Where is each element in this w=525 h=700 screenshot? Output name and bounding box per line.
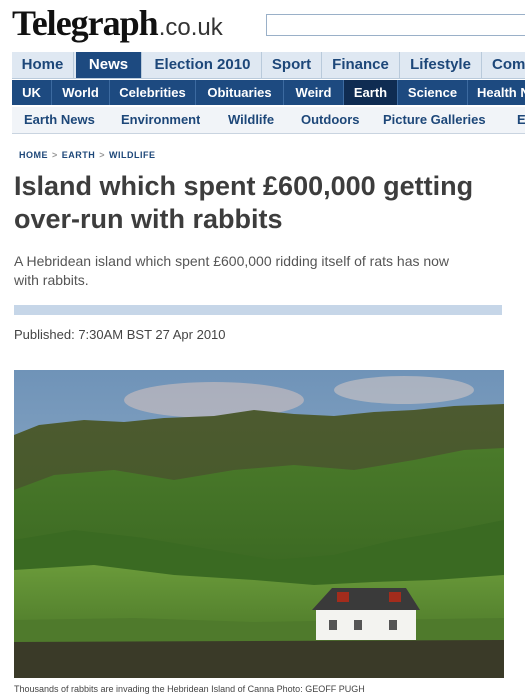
breadcrumb: HOME > EARTH > WILDLIFE [19,150,156,160]
earth-nav-environment[interactable]: Environment [121,107,200,133]
subnav-uk[interactable]: UK [12,80,52,105]
headline-line-1: Island which spent £600,000 getting [14,171,474,201]
article-photo [14,370,504,678]
search-input[interactable] [266,14,525,36]
nav-tab-lifestyle[interactable]: Lifestyle [400,52,482,78]
nav-tab-finance[interactable]: Finance [322,52,400,78]
breadcrumb-earth[interactable]: EARTH [62,150,96,160]
subnav-world[interactable]: World [52,80,110,105]
subnav-weird[interactable]: Weird [284,80,344,105]
earth-nav-wildlife[interactable]: Wildlife [228,107,274,133]
subnav-celebrities[interactable]: Celebrities [110,80,196,105]
tertiary-nav: Earth News Environment Wildlife Outdoors… [12,107,525,134]
subnav-health[interactable]: Health N [468,80,525,105]
breadcrumb-home[interactable]: HOME [19,150,48,160]
nav-tab-comment[interactable]: Comm [482,52,525,78]
landscape-photo-illustration [14,370,504,678]
subnav-obituaries[interactable]: Obituaries [196,80,284,105]
article-headline: Island which spent £600,000 getting over… [14,170,525,236]
nav-tab-news[interactable]: News [76,52,142,78]
site-logo[interactable]: Telegraph.co.uk [12,2,223,44]
standfirst-line-1: A Hebridean island which spent £600,000 … [14,253,450,269]
logo-tld: .co.uk [158,14,223,41]
breadcrumb-separator-icon: > [99,150,106,160]
earth-nav-picture-galleries[interactable]: Picture Galleries [383,107,486,133]
photo-caption: Thousands of rabbits are invading the He… [14,684,365,694]
earth-nav-outdoors[interactable]: Outdoors [301,107,360,133]
nav-tab-home[interactable]: Home [12,52,74,78]
subnav-science[interactable]: Science [398,80,468,105]
breadcrumb-separator-icon: > [52,150,58,160]
primary-nav: Home News Election 2010 Sport Finance Li… [12,52,525,79]
nav-tab-sport[interactable]: Sport [262,52,322,78]
breadcrumb-wildlife[interactable]: WILDLIFE [109,150,156,160]
article-standfirst: A Hebridean island which spent £600,000 … [14,252,525,290]
subnav-earth[interactable]: Earth [344,80,398,105]
white-cottage [312,588,420,640]
divider-bar [14,305,502,315]
earth-nav-earth-news[interactable]: Earth News [24,107,95,133]
logo-text: Telegraph [12,3,159,43]
earth-nav-more[interactable]: E [517,107,525,133]
secondary-nav: UK World Celebrities Obituaries Weird Ea… [12,80,525,105]
nav-tab-election-2010[interactable]: Election 2010 [144,52,262,78]
masthead: Telegraph.co.uk [0,0,525,50]
standfirst-line-2: with rabbits. [14,272,89,288]
headline-line-2: over-run with rabbits [14,204,283,234]
published-date: Published: 7:30AM BST 27 Apr 2010 [14,327,226,342]
